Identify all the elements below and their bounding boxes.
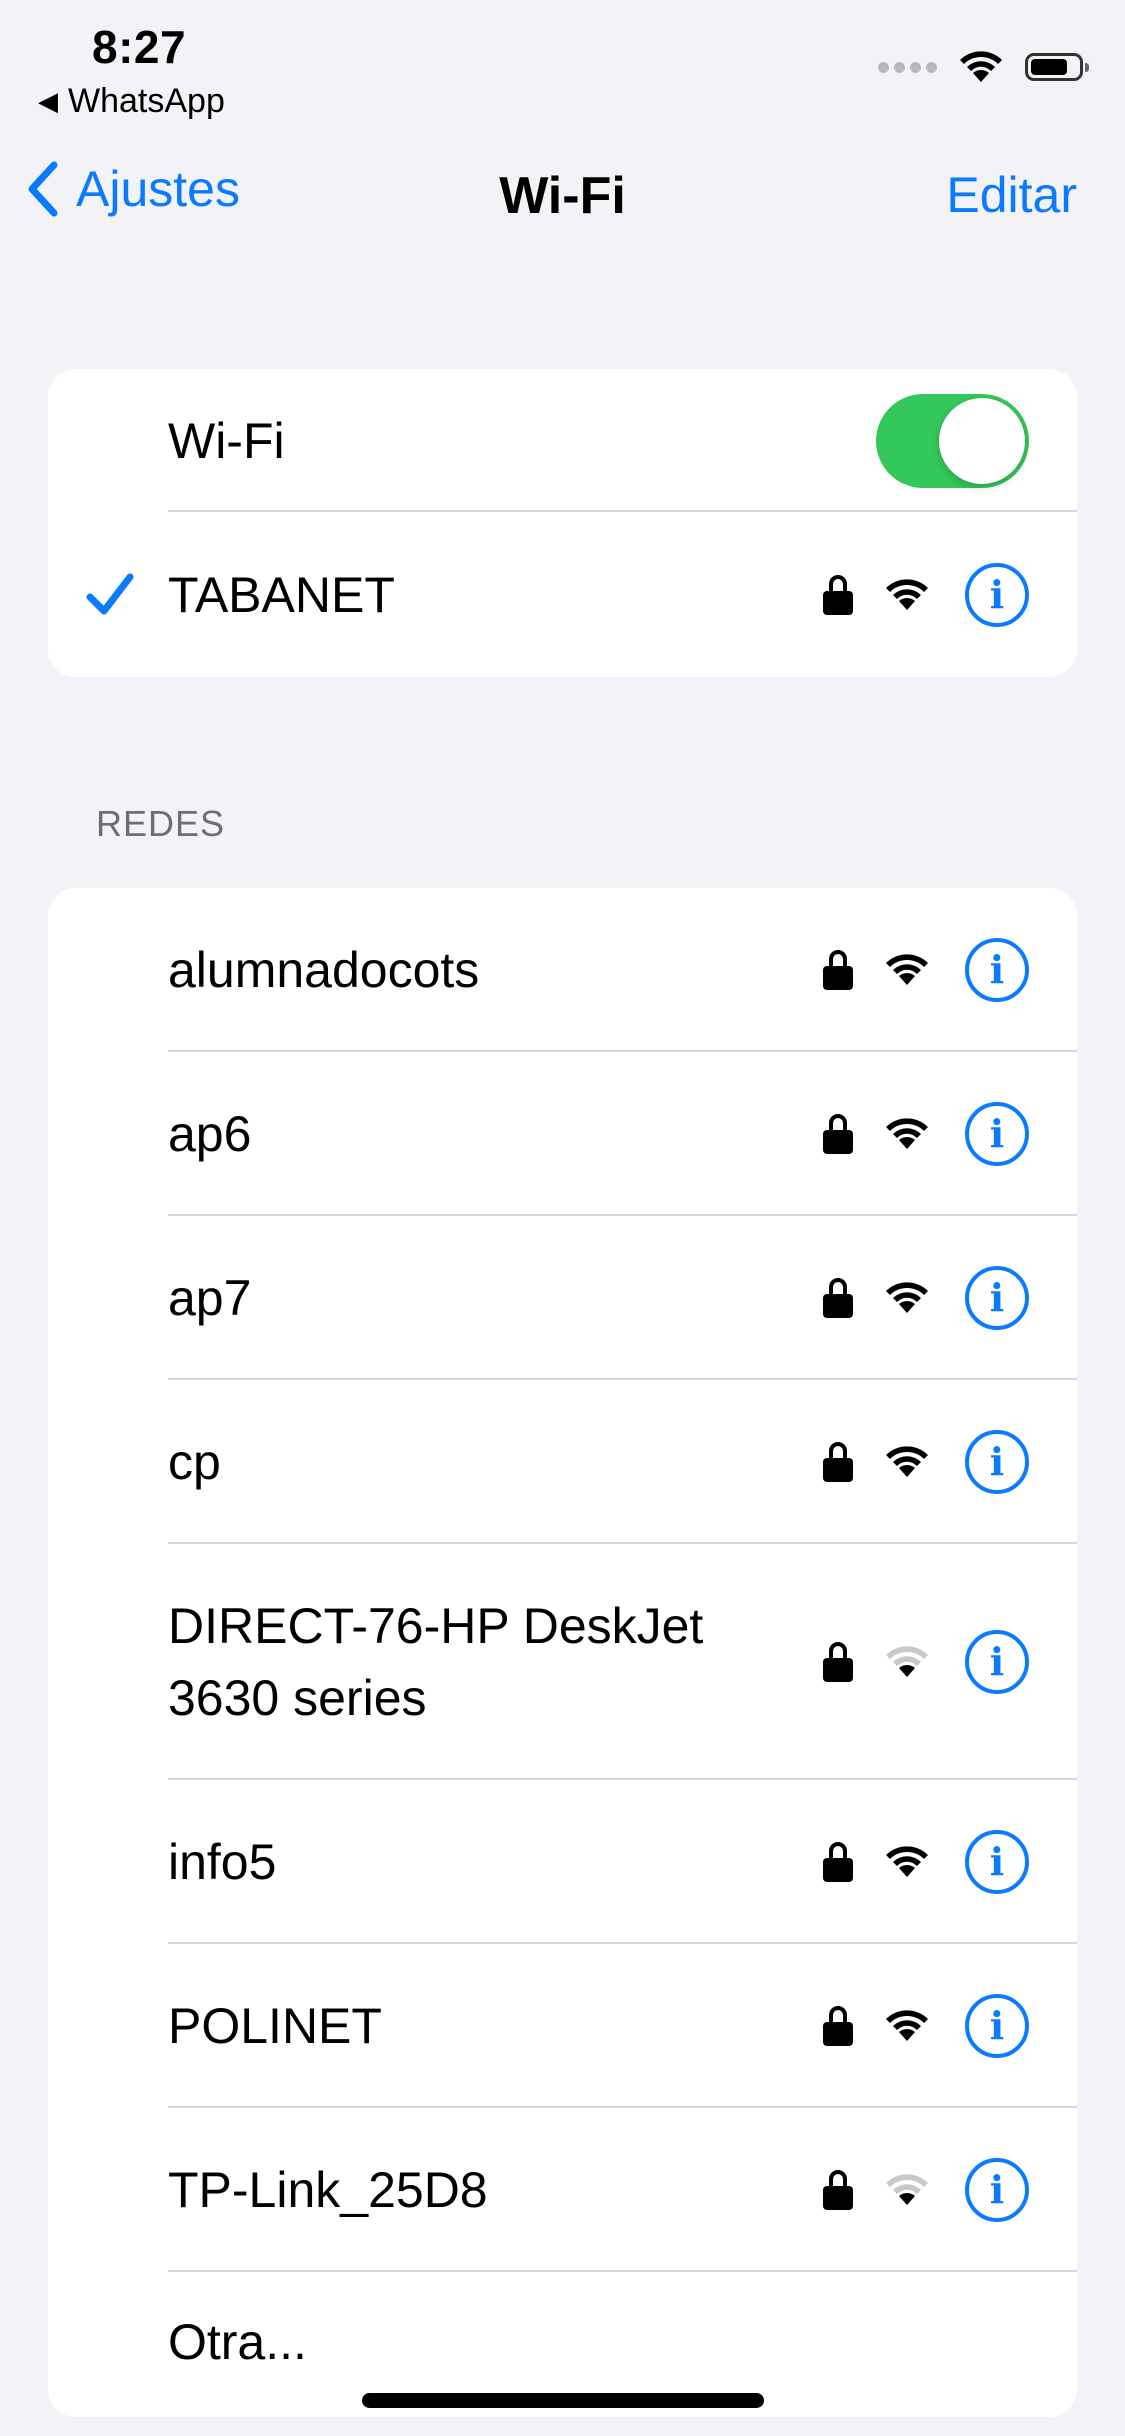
network-row[interactable]: cp i <box>48 1380 1077 1544</box>
network-row[interactable]: ap6 i <box>48 1052 1077 1216</box>
lock-icon <box>823 574 853 615</box>
wifi-strength-icon <box>886 954 928 985</box>
other-network-label: Otra... <box>168 2314 307 2370</box>
network-row[interactable]: POLINET i <box>48 1944 1077 2108</box>
wifi-strength-icon <box>886 1846 928 1877</box>
connected-network-row[interactable]: TABANET i <box>48 512 1077 677</box>
info-button[interactable]: i <box>965 1630 1029 1694</box>
home-indicator <box>362 2393 764 2408</box>
wifi-strength-icon <box>886 2174 928 2205</box>
info-button[interactable]: i <box>965 1994 1029 2058</box>
wifi-strength-icon <box>886 1446 928 1477</box>
back-app-label: WhatsApp <box>68 82 225 120</box>
wifi-strength-icon <box>886 1118 928 1149</box>
network-name: POLINET <box>168 1998 382 2054</box>
edit-button[interactable]: Editar <box>946 166 1077 224</box>
networks-section-header: REDES <box>96 803 226 844</box>
info-button[interactable]: i <box>965 938 1029 1002</box>
network-name: alumnadocots <box>168 942 480 998</box>
network-name: ap7 <box>168 1270 252 1326</box>
wifi-toggle[interactable] <box>876 393 1029 488</box>
network-name: DIRECT-76-HP DeskJet 3630 series <box>168 1598 704 1726</box>
lock-icon <box>823 950 853 990</box>
network-row[interactable]: info5 i <box>48 1780 1077 1944</box>
info-button[interactable]: i <box>965 1830 1029 1894</box>
lock-icon <box>823 1642 853 1682</box>
connected-network-name: TABANET <box>168 566 395 623</box>
wifi-strength-icon <box>886 1282 928 1313</box>
info-button[interactable]: i <box>965 1430 1029 1494</box>
network-name: ap6 <box>168 1106 252 1162</box>
wifi-strength-icon <box>886 2010 928 2041</box>
network-row[interactable]: DIRECT-76-HP DeskJet 3630 series i <box>48 1544 1077 1780</box>
network-row[interactable]: TP-Link_25D8 i <box>48 2108 1077 2272</box>
network-name: TP-Link_25D8 <box>168 2162 488 2218</box>
other-network-row[interactable]: Otra... <box>48 2272 1077 2412</box>
network-name: cp <box>168 1434 221 1490</box>
status-time: 8:27 <box>92 21 187 73</box>
lock-icon <box>823 1442 853 1482</box>
info-button[interactable]: i <box>965 562 1029 627</box>
networks-card: alumnadocots i ap6 i ap7 i cp i DIRECT-76-HP Des… <box>48 888 1077 2417</box>
lock-icon <box>823 2170 853 2210</box>
lock-icon <box>823 1842 853 1882</box>
wifi-label: Wi-Fi <box>168 412 285 469</box>
checkmark-icon <box>86 573 134 614</box>
cellular-dots-icon <box>878 61 937 73</box>
lock-icon <box>823 1278 853 1318</box>
back-triangle-icon: ◀ <box>38 86 58 116</box>
info-button[interactable]: i <box>965 2158 1029 2222</box>
wifi-signal-icon <box>960 51 1002 82</box>
info-button[interactable]: i <box>965 1102 1029 1166</box>
wifi-toggle-row: Wi-Fi <box>48 369 1077 512</box>
back-to-app-link[interactable]: ◀ WhatsApp <box>38 82 225 121</box>
network-row[interactable]: ap7 i <box>48 1216 1077 1380</box>
wifi-card: Wi-Fi TABANET i <box>48 369 1077 677</box>
wifi-strength-icon <box>886 1646 928 1677</box>
network-row[interactable]: alumnadocots i <box>48 888 1077 1052</box>
network-name: info5 <box>168 1834 277 1890</box>
battery-icon <box>1025 53 1089 81</box>
lock-icon <box>823 2006 853 2046</box>
wifi-strength-icon <box>886 578 928 610</box>
lock-icon <box>823 1114 853 1154</box>
info-button[interactable]: i <box>965 1266 1029 1330</box>
status-icons <box>878 50 1089 84</box>
